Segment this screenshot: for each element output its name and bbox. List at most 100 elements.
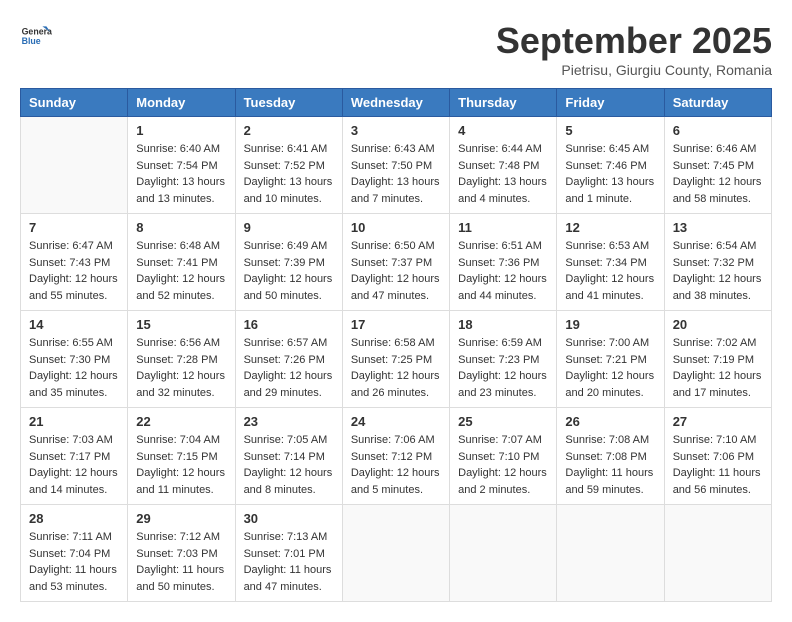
logo-icon: General Blue bbox=[20, 20, 52, 52]
calendar-day-cell: 8Sunrise: 6:48 AMSunset: 7:41 PMDaylight… bbox=[128, 214, 235, 311]
day-info: Sunrise: 6:51 AMSunset: 7:36 PMDaylight:… bbox=[458, 238, 548, 304]
calendar-header-row: SundayMondayTuesdayWednesdayThursdayFrid… bbox=[21, 89, 772, 117]
day-number: 3 bbox=[351, 123, 441, 138]
day-info: Sunrise: 6:47 AMSunset: 7:43 PMDaylight:… bbox=[29, 238, 119, 304]
calendar-day-cell: 23 Sunrise: 7:05 AMSunset: 7:14 PMDayligh… bbox=[235, 408, 342, 505]
calendar-day-header: Thursday bbox=[450, 89, 557, 117]
day-number: 29 bbox=[136, 511, 226, 526]
calendar-day-cell: 1 Sunrise: 6:40 AMSunset: 7:54 PMDaylight… bbox=[128, 117, 235, 214]
calendar-day-cell: 19 Sunrise: 7:00 AMSunset: 7:21 PMDayligh… bbox=[557, 311, 664, 408]
day-info: Sunrise: 6:56 AMSunset: 7:28 PMDaylight:… bbox=[136, 335, 226, 401]
calendar-day-cell: 22Sunrise: 7:04 AMSunset: 7:15 PMDayligh… bbox=[128, 408, 235, 505]
day-info: Sunrise: 7:06 AMSunset: 7:12 PMDaylight:… bbox=[351, 432, 441, 498]
day-info: Sunrise: 6:50 AMSunset: 7:37 PMDaylight:… bbox=[351, 238, 441, 304]
day-number: 24 bbox=[351, 414, 441, 429]
calendar-day-cell: 21Sunrise: 7:03 AMSunset: 7:17 PMDayligh… bbox=[21, 408, 128, 505]
day-number: 19 bbox=[565, 317, 655, 332]
calendar-day-cell: 3 Sunrise: 6:43 AMSunset: 7:50 PMDaylight… bbox=[342, 117, 449, 214]
day-number: 12 bbox=[565, 220, 655, 235]
day-number: 25 bbox=[458, 414, 548, 429]
day-number: 26 bbox=[565, 414, 655, 429]
calendar-day-cell bbox=[664, 505, 771, 602]
calendar-day-cell bbox=[450, 505, 557, 602]
calendar-day-header: Wednesday bbox=[342, 89, 449, 117]
day-info: Sunrise: 6:40 AMSunset: 7:54 PMDaylight:… bbox=[136, 141, 226, 207]
calendar-day-cell: 18Sunrise: 6:59 AMSunset: 7:23 PMDayligh… bbox=[450, 311, 557, 408]
calendar-week-row: 1 Sunrise: 6:40 AMSunset: 7:54 PMDaylight… bbox=[21, 117, 772, 214]
day-info: Sunrise: 6:53 AMSunset: 7:34 PMDaylight:… bbox=[565, 238, 655, 304]
calendar-day-cell: 14 Sunrise: 6:55 AMSunset: 7:30 PMDayligh… bbox=[21, 311, 128, 408]
day-info: Sunrise: 7:05 AMSunset: 7:14 PMDaylight:… bbox=[244, 432, 334, 498]
day-info: Sunrise: 7:12 AMSunset: 7:03 PMDaylight:… bbox=[136, 529, 226, 595]
day-info: Sunrise: 7:08 AMSunset: 7:08 PMDaylight:… bbox=[565, 432, 655, 498]
page-header: General Blue September 2025 Pietrisu, Gi… bbox=[20, 20, 772, 78]
day-number: 4 bbox=[458, 123, 548, 138]
calendar-day-cell: 6 Sunrise: 6:46 AMSunset: 7:45 PMDaylight… bbox=[664, 117, 771, 214]
calendar-day-cell: 28 Sunrise: 7:11 AMSunset: 7:04 PMDayligh… bbox=[21, 505, 128, 602]
calendar-day-cell: 13 Sunrise: 6:54 AMSunset: 7:32 PMDayligh… bbox=[664, 214, 771, 311]
day-info: Sunrise: 6:41 AMSunset: 7:52 PMDaylight:… bbox=[244, 141, 334, 207]
calendar-table: SundayMondayTuesdayWednesdayThursdayFrid… bbox=[20, 88, 772, 602]
calendar-day-cell: 30 Sunrise: 7:13 AMSunset: 7:01 PMDayligh… bbox=[235, 505, 342, 602]
calendar-week-row: 7 Sunrise: 6:47 AMSunset: 7:43 PMDaylight… bbox=[21, 214, 772, 311]
calendar-day-cell bbox=[557, 505, 664, 602]
calendar-day-header: Saturday bbox=[664, 89, 771, 117]
calendar-day-cell: 17Sunrise: 6:58 AMSunset: 7:25 PMDayligh… bbox=[342, 311, 449, 408]
day-info: Sunrise: 7:13 AMSunset: 7:01 PMDaylight:… bbox=[244, 529, 334, 595]
calendar-day-header: Monday bbox=[128, 89, 235, 117]
day-number: 30 bbox=[244, 511, 334, 526]
title-block: September 2025 Pietrisu, Giurgiu County,… bbox=[496, 20, 772, 78]
calendar-week-row: 14 Sunrise: 6:55 AMSunset: 7:30 PMDayligh… bbox=[21, 311, 772, 408]
calendar-day-cell: 26 Sunrise: 7:08 AMSunset: 7:08 PMDayligh… bbox=[557, 408, 664, 505]
day-number: 14 bbox=[29, 317, 119, 332]
day-number: 28 bbox=[29, 511, 119, 526]
day-info: Sunrise: 6:44 AMSunset: 7:48 PMDaylight:… bbox=[458, 141, 548, 207]
calendar-week-row: 28 Sunrise: 7:11 AMSunset: 7:04 PMDayligh… bbox=[21, 505, 772, 602]
calendar-day-cell: 20Sunrise: 7:02 AMSunset: 7:19 PMDayligh… bbox=[664, 311, 771, 408]
day-info: Sunrise: 6:43 AMSunset: 7:50 PMDaylight:… bbox=[351, 141, 441, 207]
day-number: 11 bbox=[458, 220, 548, 235]
day-info: Sunrise: 6:57 AMSunset: 7:26 PMDaylight:… bbox=[244, 335, 334, 401]
day-number: 15 bbox=[136, 317, 226, 332]
day-number: 20 bbox=[673, 317, 763, 332]
day-info: Sunrise: 6:58 AMSunset: 7:25 PMDaylight:… bbox=[351, 335, 441, 401]
calendar-week-row: 21Sunrise: 7:03 AMSunset: 7:17 PMDayligh… bbox=[21, 408, 772, 505]
calendar-day-header: Sunday bbox=[21, 89, 128, 117]
calendar-day-cell: 25 Sunrise: 7:07 AMSunset: 7:10 PMDayligh… bbox=[450, 408, 557, 505]
calendar-day-cell bbox=[21, 117, 128, 214]
day-number: 6 bbox=[673, 123, 763, 138]
day-info: Sunrise: 7:03 AMSunset: 7:17 PMDaylight:… bbox=[29, 432, 119, 498]
day-info: Sunrise: 6:48 AMSunset: 7:41 PMDaylight:… bbox=[136, 238, 226, 304]
day-info: Sunrise: 7:07 AMSunset: 7:10 PMDaylight:… bbox=[458, 432, 548, 498]
day-info: Sunrise: 6:55 AMSunset: 7:30 PMDaylight:… bbox=[29, 335, 119, 401]
day-number: 5 bbox=[565, 123, 655, 138]
day-number: 23 bbox=[244, 414, 334, 429]
calendar-day-cell: 5 Sunrise: 6:45 AMSunset: 7:46 PMDaylight… bbox=[557, 117, 664, 214]
day-info: Sunrise: 6:45 AMSunset: 7:46 PMDaylight:… bbox=[565, 141, 655, 207]
day-info: Sunrise: 7:04 AMSunset: 7:15 PMDaylight:… bbox=[136, 432, 226, 498]
day-number: 2 bbox=[244, 123, 334, 138]
calendar-day-cell: 7 Sunrise: 6:47 AMSunset: 7:43 PMDaylight… bbox=[21, 214, 128, 311]
calendar-day-cell: 16Sunrise: 6:57 AMSunset: 7:26 PMDayligh… bbox=[235, 311, 342, 408]
day-number: 1 bbox=[136, 123, 226, 138]
calendar-day-header: Tuesday bbox=[235, 89, 342, 117]
logo: General Blue bbox=[20, 20, 52, 52]
day-info: Sunrise: 6:49 AMSunset: 7:39 PMDaylight:… bbox=[244, 238, 334, 304]
day-number: 9 bbox=[244, 220, 334, 235]
location-subtitle: Pietrisu, Giurgiu County, Romania bbox=[496, 62, 772, 78]
day-number: 27 bbox=[673, 414, 763, 429]
day-number: 18 bbox=[458, 317, 548, 332]
month-title: September 2025 bbox=[496, 20, 772, 62]
day-info: Sunrise: 7:11 AMSunset: 7:04 PMDaylight:… bbox=[29, 529, 119, 595]
calendar-day-cell bbox=[342, 505, 449, 602]
calendar-day-header: Friday bbox=[557, 89, 664, 117]
day-info: Sunrise: 6:54 AMSunset: 7:32 PMDaylight:… bbox=[673, 238, 763, 304]
day-info: Sunrise: 7:00 AMSunset: 7:21 PMDaylight:… bbox=[565, 335, 655, 401]
calendar-day-cell: 12 Sunrise: 6:53 AMSunset: 7:34 PMDayligh… bbox=[557, 214, 664, 311]
day-number: 10 bbox=[351, 220, 441, 235]
day-number: 7 bbox=[29, 220, 119, 235]
calendar-day-cell: 15 Sunrise: 6:56 AMSunset: 7:28 PMDayligh… bbox=[128, 311, 235, 408]
day-info: Sunrise: 6:46 AMSunset: 7:45 PMDaylight:… bbox=[673, 141, 763, 207]
calendar-day-cell: 2 Sunrise: 6:41 AMSunset: 7:52 PMDaylight… bbox=[235, 117, 342, 214]
day-number: 13 bbox=[673, 220, 763, 235]
